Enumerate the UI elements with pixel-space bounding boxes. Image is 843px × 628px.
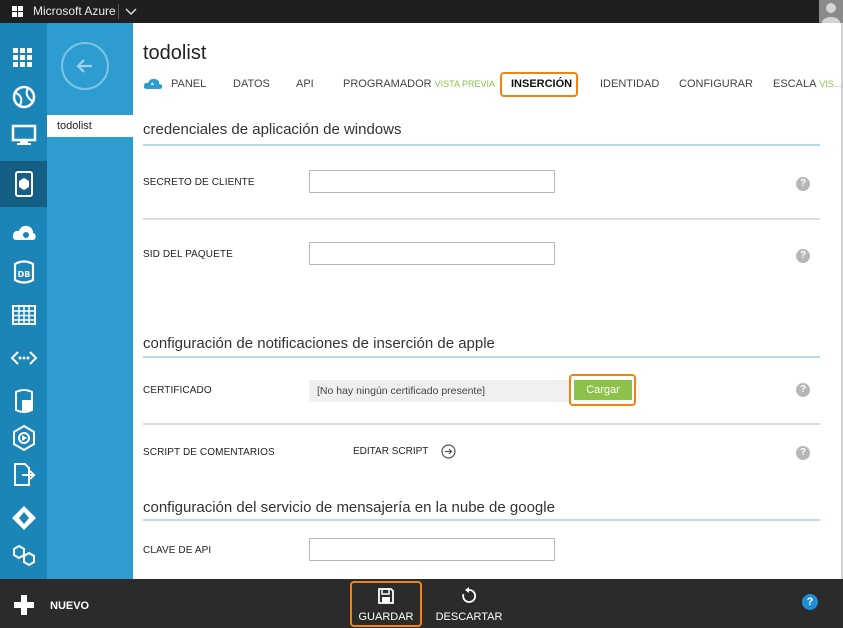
item-column: todolist [47, 23, 133, 579]
plus-icon[interactable] [14, 595, 34, 615]
tab-developer-label: PROGRAMADOR [343, 78, 432, 90]
tab-scale[interactable]: ESCALA VIS... [773, 78, 841, 90]
sidebar-item-todolist[interactable]: todolist [47, 115, 133, 137]
command-bar: NUEVO GUARDAR DESCARTAR ? [0, 579, 843, 628]
tab-developer[interactable]: PROGRAMADOR VISTA PREVIA [343, 78, 495, 90]
api-key-label: CLAVE DE API [143, 545, 212, 556]
discard-label: DESCARTAR [435, 611, 503, 623]
package-sid-input[interactable] [309, 242, 555, 265]
tab-identity[interactable]: IDENTIDAD [600, 78, 659, 90]
row-divider [143, 423, 820, 425]
cloud-services-icon[interactable] [0, 215, 47, 253]
help-icon[interactable]: ? [796, 177, 810, 191]
networks-icon[interactable] [0, 339, 47, 377]
help-icon[interactable]: ? [796, 383, 810, 397]
service-bus-icon[interactable] [0, 456, 47, 494]
client-secret-label: SECRETO DE CLIENTE [143, 177, 255, 188]
tab-data[interactable]: DATOS [233, 78, 270, 90]
page-title: todolist [143, 42, 207, 64]
package-sid-label: SID DEL PAQUETE [143, 249, 233, 260]
web-sites-icon[interactable] [0, 78, 47, 116]
section-divider [143, 356, 820, 358]
windows-logo-icon [12, 6, 23, 17]
chevron-down-icon[interactable] [124, 4, 138, 18]
certificate-label: CERTIFICADO [143, 385, 212, 396]
tab-bar: PANEL DATOS API PROGRAMADOR VISTA PREVIA … [143, 78, 841, 98]
scale-preview-badge: VIS... [819, 79, 842, 89]
tab-panel[interactable]: PANEL [171, 78, 206, 90]
mobile-services-icon[interactable] [0, 161, 47, 207]
section-divider [143, 519, 820, 521]
new-button[interactable]: NUEVO [50, 600, 89, 612]
save-button-highlight [350, 581, 422, 627]
edit-script-link[interactable]: EDITAR SCRIPT [353, 446, 428, 457]
tab-configure[interactable]: CONFIGURAR [679, 78, 753, 90]
windows-section-title: credenciales de aplicación de windows [143, 121, 402, 138]
client-secret-input[interactable] [309, 170, 555, 193]
storage-table-icon[interactable] [0, 296, 47, 334]
api-key-input[interactable] [309, 538, 555, 561]
preview-badge: VISTA PREVIA [434, 79, 495, 89]
section-divider [143, 144, 820, 146]
help-icon[interactable]: ? [796, 446, 810, 460]
media-services-icon[interactable] [0, 419, 47, 457]
topbar-divider [118, 4, 119, 19]
help-icon[interactable]: ? [796, 249, 810, 263]
top-bar: Microsoft Azure [0, 0, 843, 23]
push-tab-highlight [500, 72, 578, 97]
undo-icon [462, 587, 477, 603]
feedback-script-label: SCRIPT DE COMENTARIOS [143, 447, 275, 458]
virtual-machines-icon[interactable] [0, 116, 47, 154]
help-icon[interactable]: ? [802, 594, 818, 610]
apple-section-title: configuración de notificaciones de inser… [143, 335, 495, 352]
back-button[interactable] [61, 42, 109, 90]
certificate-value: [No hay ningún certificado presente] [309, 380, 569, 402]
cloud-icon [143, 78, 163, 89]
main-content: todolist PANEL DATOS API PROGRAMADOR VIST… [133, 23, 843, 579]
svg-text:DB: DB [17, 270, 30, 279]
arrow-right-circle-icon[interactable] [441, 444, 456, 459]
storage-icon[interactable] [0, 382, 47, 420]
row-divider [143, 218, 820, 220]
google-section-title: configuración del servicio de mensajería… [143, 499, 555, 516]
upload-button-highlight [569, 374, 636, 406]
tab-scale-label: ESCALA [773, 78, 817, 90]
user-icon [822, 3, 840, 23]
scheduler-icon[interactable] [0, 537, 47, 575]
service-rail: DB [0, 23, 47, 579]
user-avatar[interactable] [819, 0, 843, 23]
discard-button[interactable]: DESCARTAR [435, 579, 503, 628]
all-items-icon[interactable] [0, 40, 47, 78]
active-directory-icon[interactable] [0, 499, 47, 537]
sql-databases-icon[interactable]: DB [0, 253, 47, 291]
tab-api[interactable]: API [296, 78, 314, 90]
brand-name[interactable]: Microsoft Azure [33, 4, 116, 18]
arrow-left-icon [76, 59, 92, 73]
